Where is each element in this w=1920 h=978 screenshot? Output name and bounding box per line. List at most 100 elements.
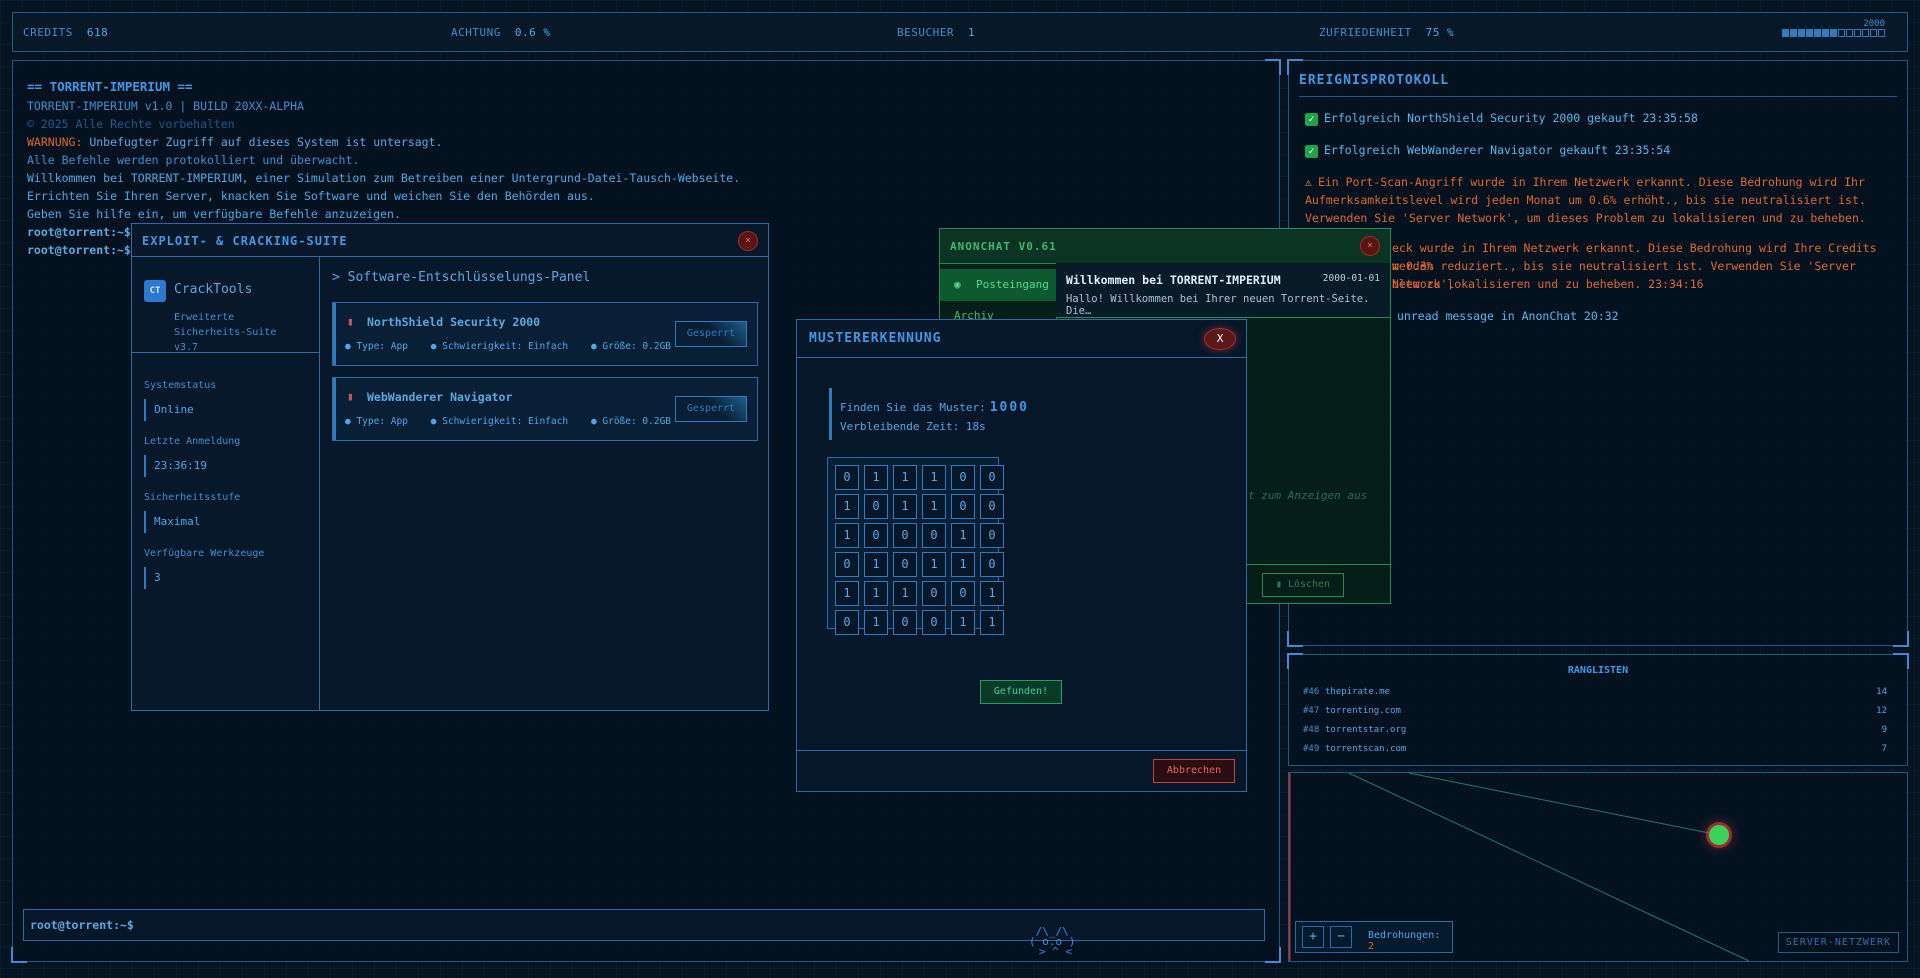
pattern-cell[interactable]: 0	[951, 494, 975, 519]
year-indicator: 2000	[1781, 19, 1885, 40]
event-log-title: EREIGNISPROTOKOLL	[1299, 73, 1450, 88]
zoom-out-button[interactable]: −	[1330, 926, 1352, 948]
tools-value: 3	[144, 567, 161, 589]
app-subtitle: Erweiterte Sicherheits-Suite v3.7	[174, 312, 277, 353]
network-controls: + − Bedrohungen: 2	[1295, 921, 1453, 953]
app-name: CrackTools	[174, 282, 253, 297]
modal-footer: Abbrechen	[797, 750, 1246, 791]
found-button[interactable]: Gefunden!	[980, 680, 1062, 704]
security-level-label: Sicherheitsstufe	[144, 492, 241, 503]
locked-button[interactable]: Gesperrt	[675, 321, 747, 347]
window-titlebar[interactable]: EXPLOIT- & CRACKING-SUITE ×	[132, 224, 768, 257]
pattern-cell[interactable]: 1	[835, 523, 859, 548]
close-button[interactable]: ×	[738, 231, 758, 251]
year-progress-segment	[1862, 29, 1869, 37]
year-progress-segment	[1846, 29, 1853, 37]
pattern-cell[interactable]: 0	[951, 581, 975, 606]
pattern-cell[interactable]: 1	[864, 552, 888, 577]
status-bar: CREDITS 618 ACHTUNG 0.6 % BESUCHER 1 ZUFRIE…	[12, 12, 1908, 52]
lock-icon: ▮	[347, 315, 354, 328]
exploit-main: > Software-Entschlüsselungs-Panel ▮ Nort…	[320, 256, 768, 710]
rank-row: #47 torrenting.com 12	[1303, 706, 1887, 716]
message-date: 2000-01-01	[1322, 273, 1380, 284]
message-subject: Willkommen bei TORRENT-IMPERIUM	[1066, 273, 1281, 287]
task-box: Finden Sie das Muster: 1000 Verbleibende …	[829, 388, 1220, 440]
lock-icon: ▮	[347, 390, 354, 403]
terminal-input[interactable]: root@torrent:~$	[23, 909, 1265, 941]
pattern-cell[interactable]: 1	[980, 610, 1004, 635]
pattern-cell[interactable]: 1	[835, 494, 859, 519]
pattern-cell[interactable]: 1	[922, 552, 946, 577]
pattern-cell[interactable]: 0	[951, 465, 975, 490]
pattern-cell[interactable]: 0	[864, 523, 888, 548]
pattern-cell[interactable]: 1	[951, 552, 975, 577]
close-button[interactable]: ×	[1360, 236, 1380, 256]
terminal-prompt-line: root@torrent:~$	[27, 243, 131, 257]
target-pattern: 1000	[989, 400, 1030, 415]
rank-row: #46 thepirate.me 14	[1303, 687, 1887, 697]
pattern-cell[interactable]: 0	[980, 523, 1004, 548]
software-name: NorthShield Security 2000	[367, 315, 541, 329]
warning-icon: ⚠	[1305, 175, 1312, 189]
pattern-cell[interactable]: 0	[922, 523, 946, 548]
credits-stat: CREDITS 618	[23, 26, 109, 39]
pattern-cell[interactable]: 1	[893, 581, 917, 606]
server-node-icon[interactable]	[1709, 825, 1729, 845]
pattern-cell[interactable]: 1	[951, 610, 975, 635]
message-item[interactable]: Willkommen bei TORRENT-IMPERIUM 2000-01-…	[1056, 263, 1390, 318]
cat-ascii-icon: /\_/\ ( o.o ) > ^ <	[1029, 925, 1076, 958]
pattern-cell[interactable]: 1	[980, 581, 1004, 606]
pattern-cell[interactable]: 0	[893, 523, 917, 548]
server-network-panel: + − Bedrohungen: 2 SERVER-NETZWERK	[1288, 772, 1908, 962]
terminal-line: Geben Sie hilfe ein, um verfügbare Befeh…	[27, 207, 401, 221]
pattern-cell[interactable]: 1	[922, 494, 946, 519]
year-progress-segment	[1790, 29, 1797, 37]
pattern-cell[interactable]: 1	[893, 465, 917, 490]
pattern-cell[interactable]: 0	[835, 552, 859, 577]
terminal-copyright: © 2025 Alle Rechte vorbehalten	[27, 117, 235, 131]
pattern-cell[interactable]: 0	[980, 494, 1004, 519]
pattern-cell[interactable]: 1	[835, 581, 859, 606]
year-progress-segment	[1870, 29, 1877, 37]
pattern-cell[interactable]: 0	[922, 610, 946, 635]
terminal-warning: WARNUNG: Unbefugter Zugriff auf dieses S…	[27, 135, 443, 149]
terminal-version: TORRENT-IMPERIUM v1.0 | BUILD 20XX-ALPHA	[27, 99, 304, 113]
pattern-cell[interactable]: 1	[893, 494, 917, 519]
pattern-recognition-modal: MUSTERERKENNUNG X Finden Sie das Muster:…	[796, 319, 1247, 792]
attention-stat: ACHTUNG 0.6 %	[451, 26, 551, 39]
pattern-cell[interactable]: 0	[922, 581, 946, 606]
zoom-in-button[interactable]: +	[1302, 926, 1324, 948]
window-titlebar[interactable]: ANONCHAT V0.61 ×	[940, 229, 1390, 264]
pattern-cell[interactable]: 1	[864, 465, 888, 490]
year-progress-segment	[1822, 29, 1829, 37]
pattern-cell[interactable]: 1	[864, 581, 888, 606]
year-progress-segment	[1806, 29, 1813, 37]
server-network-button[interactable]: SERVER-NETZWERK	[1777, 932, 1899, 953]
security-level-value: Maximal	[144, 511, 200, 533]
pattern-cell[interactable]: 0	[980, 552, 1004, 577]
pattern-cell[interactable]: 1	[922, 465, 946, 490]
window-titlebar[interactable]: MUSTERERKENNUNG X	[797, 320, 1246, 358]
system-status-value: Online	[144, 399, 194, 421]
delete-button[interactable]: ▮ Löschen	[1262, 573, 1344, 597]
terminal-line: Alle Befehle werden protokolliert und üb…	[27, 153, 360, 167]
tab-inbox[interactable]: ◉ Posteingang	[940, 269, 1056, 301]
event-item: ⚠ Ein Port-Scan-Angriff wurde in Ihrem Ne…	[1305, 175, 1866, 243]
software-card: ▮ WebWanderer Navigator ● Type: App ● Sc…	[332, 377, 758, 441]
pattern-cell[interactable]: 0	[864, 494, 888, 519]
year-label: 2000	[1863, 19, 1885, 29]
pattern-cell[interactable]: 0	[835, 465, 859, 490]
pattern-cell[interactable]: 0	[980, 465, 1004, 490]
terminal-line: Willkommen bei TORRENT-IMPERIUM, einer S…	[27, 171, 741, 185]
pattern-cell[interactable]: 1	[951, 523, 975, 548]
message-placeholder: t zum Anzeigen aus	[1248, 489, 1368, 502]
close-button[interactable]: X	[1204, 328, 1236, 350]
locked-button[interactable]: Gesperrt	[675, 396, 747, 422]
pattern-cell[interactable]: 0	[893, 610, 917, 635]
pattern-cell[interactable]: 1	[864, 610, 888, 635]
cancel-button[interactable]: Abbrechen	[1153, 759, 1235, 783]
rank-row: #49 torrentscan.com 7	[1303, 744, 1887, 754]
pattern-cell[interactable]: 0	[893, 552, 917, 577]
pattern-cell[interactable]: 0	[835, 610, 859, 635]
event-item: ✓ Erfolgreich WebWanderer Navigator gekau…	[1305, 141, 1895, 159]
